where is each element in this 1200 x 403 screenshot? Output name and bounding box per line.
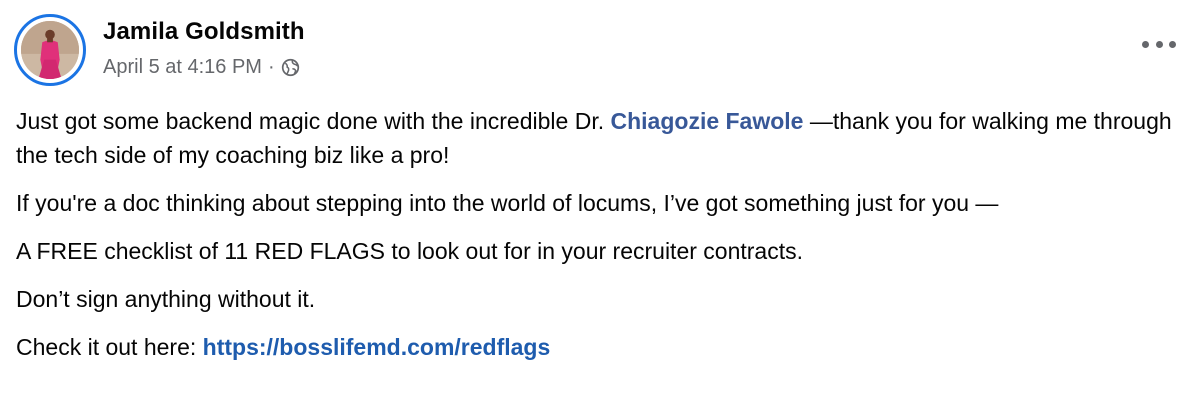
person-photo-icon (21, 21, 79, 79)
more-dot (1142, 40, 1149, 48)
more-dot (1169, 40, 1176, 48)
p1-text-before: Just got some backend magic done with th… (16, 108, 611, 134)
avatar[interactable] (14, 14, 86, 86)
mention-link[interactable]: Chiagozie Fawole (611, 108, 804, 134)
post-paragraph-4: Don’t sign anything without it. (16, 286, 316, 312)
url-link[interactable]: https://bosslifemd.com/redflags (203, 334, 551, 360)
meta-separator: · (267, 56, 275, 78)
post-paragraph-2: If you're a doc thinking about stepping … (16, 190, 999, 216)
more-options-icon[interactable] (1142, 36, 1176, 52)
post-paragraph-3: A FREE checklist of 11 RED FLAGS to look… (16, 238, 803, 264)
author-name[interactable]: Jamila Goldsmith (103, 18, 305, 46)
post-body: Just got some backend magic done with th… (16, 104, 1186, 378)
p5-text-before: Check it out here: (16, 334, 203, 360)
post-meta: April 5 at 4:16 PM · (103, 56, 300, 79)
post-paragraph-1: Just got some backend magic done with th… (16, 104, 1186, 172)
post-timestamp[interactable]: April 5 at 4:16 PM (103, 56, 262, 79)
avatar-photo (21, 21, 79, 79)
globe-icon[interactable] (281, 58, 300, 77)
more-dot (1155, 40, 1163, 48)
post-paragraph-5: Check it out here: https://bosslifemd.co… (16, 330, 1186, 364)
